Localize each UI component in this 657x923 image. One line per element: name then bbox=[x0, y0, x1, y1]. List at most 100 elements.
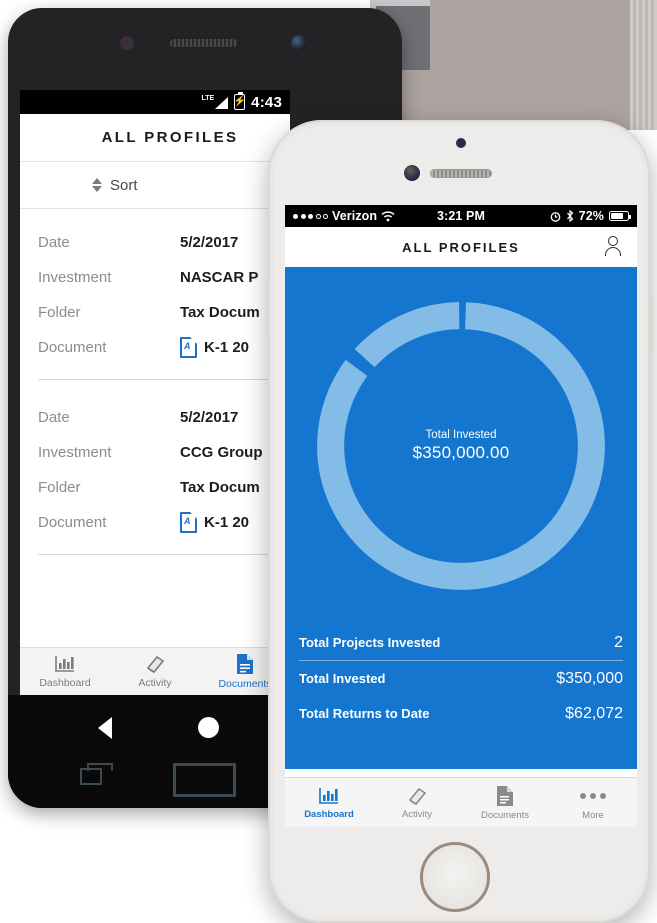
sort-button[interactable]: Sort bbox=[20, 162, 290, 208]
screenshot-stage: LTE ⚡ 4:43 ALL PROFILES Sort Date 5/2/20… bbox=[0, 0, 657, 923]
page-title: ALL PROFILES bbox=[402, 239, 520, 255]
stat-label: Total Projects Invested bbox=[299, 635, 441, 650]
document-record-card[interactable]: Date 5/2/2017 Investment NASCAR P Folder… bbox=[20, 209, 290, 384]
book-icon bbox=[146, 655, 165, 674]
battery-percent-label: 72% bbox=[578, 209, 604, 223]
earpiece-speaker bbox=[170, 39, 238, 47]
front-camera-icon bbox=[404, 165, 420, 181]
home-button[interactable] bbox=[420, 842, 490, 912]
stat-value: $62,072 bbox=[565, 704, 623, 722]
row-value: CCG Group bbox=[180, 444, 263, 461]
record-separator bbox=[38, 554, 272, 555]
row-value: NASCAR P bbox=[180, 269, 259, 286]
ios-tab-bar: Dashboard Activity Documents More bbox=[285, 777, 637, 827]
android-clock: 4:43 bbox=[251, 93, 282, 111]
recents-button-icon[interactable] bbox=[80, 763, 113, 785]
signal-strength-icon bbox=[293, 213, 328, 219]
record-row-investment: Investment CCG Group bbox=[20, 435, 290, 470]
stat-value: $350,000 bbox=[556, 669, 623, 687]
document-record-card[interactable]: Date 5/2/2017 Investment CCG Group Folde… bbox=[20, 384, 290, 559]
document-icon bbox=[497, 785, 513, 806]
back-button-icon[interactable] bbox=[98, 717, 112, 739]
row-label: Investment bbox=[38, 269, 112, 286]
alarm-icon bbox=[550, 211, 561, 222]
iphone-device: Verizon 3:21 PM 72% ALL PROFILES Total I… bbox=[265, 120, 653, 923]
record-row-document[interactable]: Document K-1 20 bbox=[20, 330, 290, 365]
record-row-folder: Folder Tax Docum bbox=[20, 470, 290, 505]
ios-nav-bar: ALL PROFILES bbox=[285, 227, 637, 267]
volume-button[interactable] bbox=[265, 280, 269, 336]
sort-arrows-icon bbox=[92, 178, 102, 192]
row-label: Folder bbox=[38, 304, 81, 321]
bar-chart-icon bbox=[55, 656, 74, 672]
status-right-group: 72% bbox=[550, 209, 631, 223]
lte-label: LTE bbox=[201, 95, 215, 102]
stat-label: Total Returns to Date bbox=[299, 706, 430, 721]
lte-signal-icon: LTE bbox=[201, 95, 229, 109]
row-label: Date bbox=[38, 409, 70, 426]
row-label: Document bbox=[38, 339, 107, 356]
donut-center-label: Total Invested bbox=[425, 429, 497, 441]
record-row-document[interactable]: Document K-1 20 bbox=[20, 505, 290, 540]
record-row-folder: Folder Tax Docum bbox=[20, 295, 290, 330]
android-top-bezel bbox=[8, 8, 402, 90]
power-button[interactable] bbox=[649, 295, 653, 353]
row-label: Document bbox=[38, 514, 107, 531]
tab-activity[interactable]: Activity bbox=[373, 786, 461, 820]
row-value: K-1 20 bbox=[180, 512, 249, 533]
tab-label: Dashboard bbox=[39, 677, 91, 689]
donut-center-value: $350,000.00 bbox=[412, 443, 510, 462]
stat-label: Total Invested bbox=[299, 671, 386, 686]
record-separator bbox=[38, 379, 272, 380]
tab-documents[interactable]: Documents bbox=[461, 785, 549, 821]
tab-dashboard[interactable]: Dashboard bbox=[285, 786, 373, 820]
document-name: K-1 20 bbox=[204, 339, 250, 356]
stat-value: 2 bbox=[614, 633, 623, 651]
tab-label: More bbox=[582, 809, 604, 821]
record-row-date: Date 5/2/2017 bbox=[20, 400, 290, 435]
stat-row-total-returns: Total Returns to Date $62,072 bbox=[299, 696, 623, 731]
tab-label: Documents bbox=[218, 678, 272, 690]
front-camera-icon bbox=[291, 35, 307, 51]
document-name: K-1 20 bbox=[204, 514, 250, 531]
proximity-sensor-icon bbox=[120, 36, 134, 50]
backdrop-blinds bbox=[630, 0, 657, 130]
bar-chart-icon bbox=[319, 787, 338, 804]
tab-activity[interactable]: Activity bbox=[110, 654, 200, 689]
signal-bars-icon bbox=[215, 97, 229, 109]
carrier-group: Verizon bbox=[293, 209, 395, 223]
iphone-screen: Verizon 3:21 PM 72% ALL PROFILES Total I… bbox=[285, 205, 637, 827]
record-row-date: Date 5/2/2017 bbox=[20, 225, 290, 260]
pdf-file-icon bbox=[180, 512, 197, 533]
pdf-file-icon bbox=[180, 337, 197, 358]
row-label: Investment bbox=[38, 444, 112, 461]
stats-list: Total Projects Invested 2 Total Invested… bbox=[285, 625, 637, 731]
dashboard-panel: Total Invested $350,000.00 Total Project… bbox=[285, 267, 637, 769]
tab-more[interactable]: More bbox=[549, 785, 637, 821]
tab-label: Documents bbox=[480, 809, 530, 821]
person-icon[interactable] bbox=[605, 236, 621, 258]
bluetooth-icon bbox=[566, 210, 574, 222]
donut-chart: Total Invested $350,000.00 bbox=[285, 267, 637, 625]
battery-charging-icon: ⚡ bbox=[233, 91, 246, 110]
row-label: Date bbox=[38, 234, 70, 251]
tab-label: Activity bbox=[138, 677, 172, 689]
tab-dashboard[interactable]: Dashboard bbox=[20, 654, 110, 689]
carrier-label: Verizon bbox=[332, 209, 378, 223]
row-value: 5/2/2017 bbox=[180, 409, 239, 426]
android-screen: LTE ⚡ 4:43 ALL PROFILES Sort Date 5/2/20… bbox=[20, 90, 290, 695]
record-row-investment: Investment NASCAR P bbox=[20, 260, 290, 295]
android-status-bar: LTE ⚡ 4:43 bbox=[20, 90, 290, 114]
row-value: K-1 20 bbox=[180, 337, 249, 358]
battery-icon bbox=[609, 211, 631, 221]
document-icon bbox=[237, 654, 253, 674]
book-icon bbox=[408, 787, 427, 805]
home-button-icon[interactable] bbox=[198, 717, 219, 738]
row-value: 5/2/2017 bbox=[180, 234, 239, 251]
android-tab-bar: Dashboard Activity Documents bbox=[20, 647, 290, 695]
stat-row-total-projects: Total Projects Invested 2 bbox=[299, 625, 623, 660]
wifi-icon bbox=[381, 210, 395, 221]
ios-status-bar: Verizon 3:21 PM 72% bbox=[285, 205, 637, 227]
rect-button-icon[interactable] bbox=[173, 763, 236, 797]
row-label: Folder bbox=[38, 479, 81, 496]
